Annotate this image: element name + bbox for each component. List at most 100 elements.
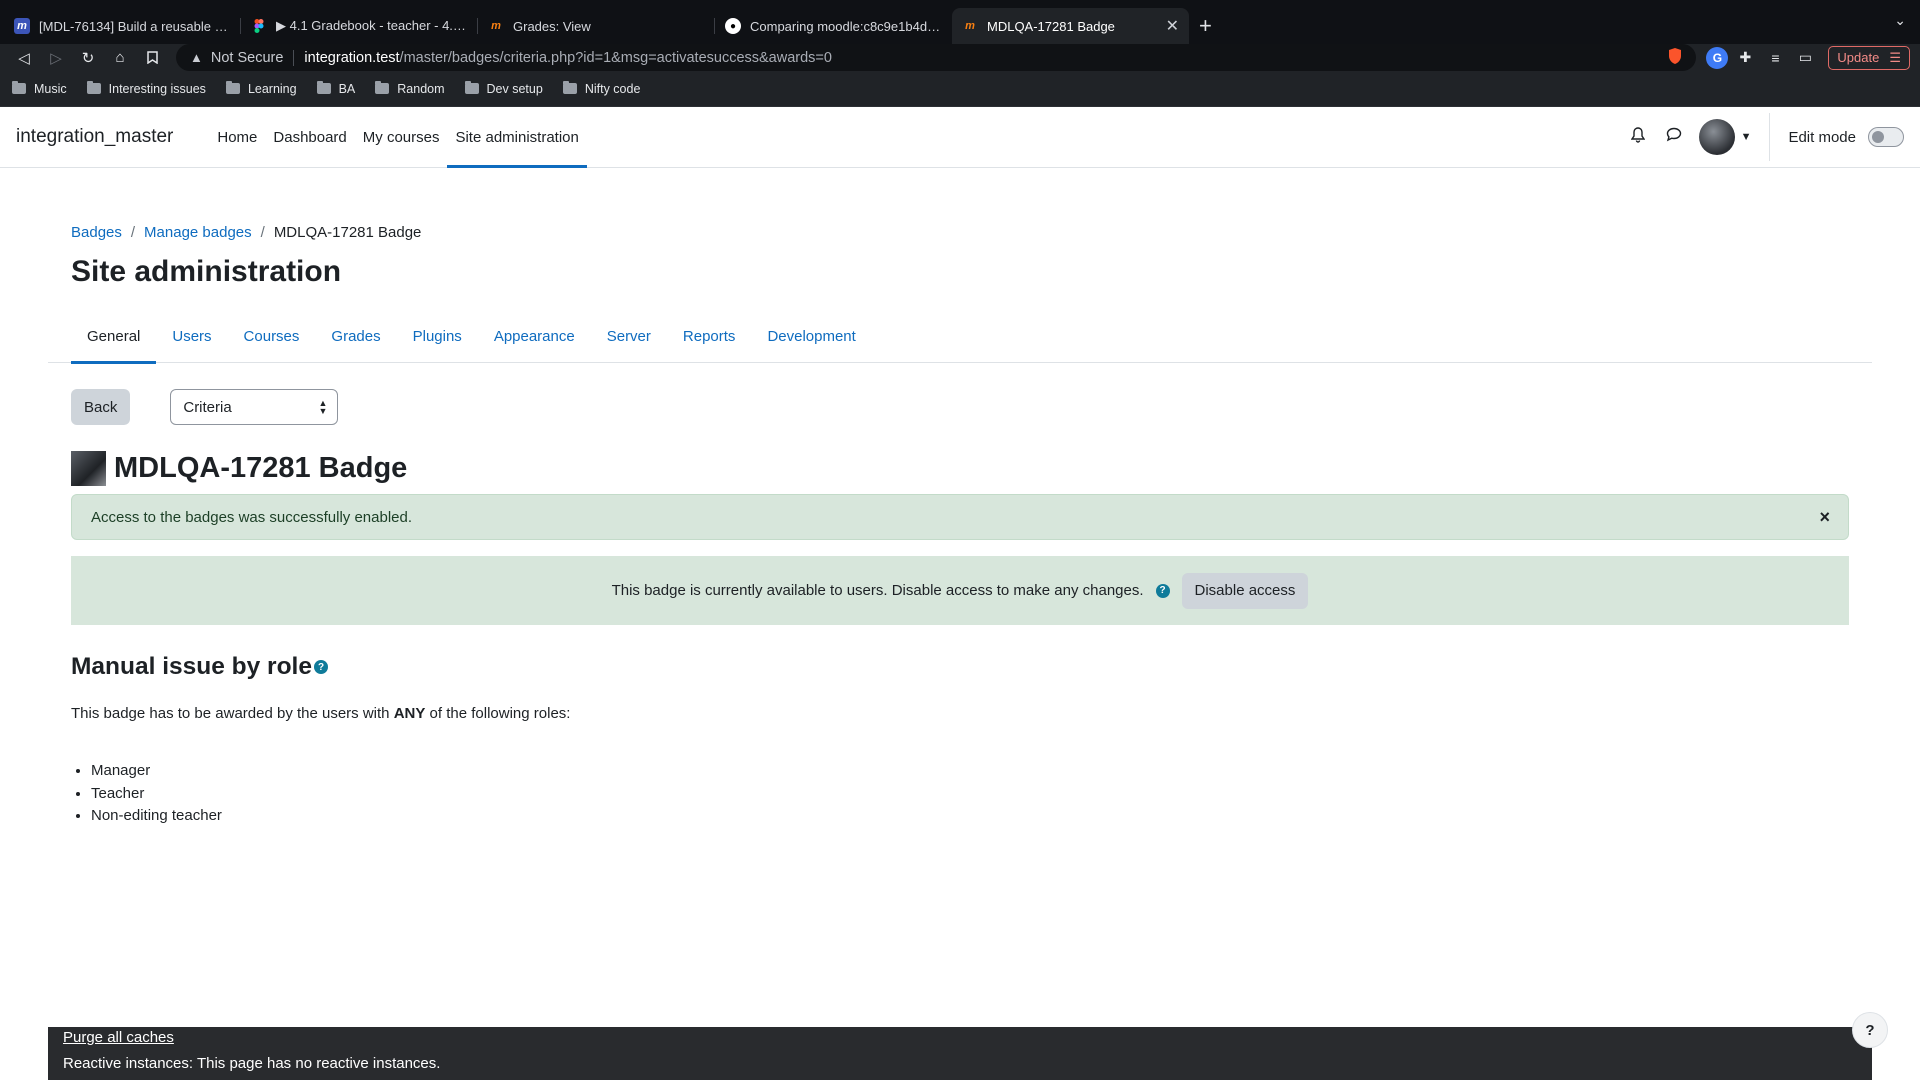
tab-server[interactable]: Server — [591, 313, 667, 363]
close-icon[interactable]: × — [1819, 507, 1830, 528]
roles-list: Manager Teacher Non-editing teacher — [91, 760, 1849, 828]
bookmark-folder-dev-setup[interactable]: Dev setup — [464, 81, 543, 96]
badge-status-box: This badge is currently available to use… — [71, 556, 1849, 625]
browser-tab[interactable]: ▶ 4.1 Gradebook - teacher - 4.1 Gra — [241, 8, 478, 44]
security-label: Not Secure — [210, 49, 284, 66]
criteria-heading-text: Manual issue by role — [71, 653, 312, 680]
folder-icon — [316, 81, 331, 94]
breadcrumb-manage-badges[interactable]: Manage badges — [144, 224, 252, 241]
back-button[interactable]: Back — [71, 389, 131, 425]
warning-icon: ▲ — [190, 50, 203, 65]
bookmark-icon[interactable] — [138, 46, 166, 70]
bookmark-label: Nifty code — [584, 81, 641, 96]
tab-grades[interactable]: Grades — [315, 313, 396, 363]
tab-development[interactable]: Development — [751, 313, 871, 363]
badge-image — [71, 451, 106, 486]
tab-courses[interactable]: Courses — [228, 313, 316, 363]
browser-tab[interactable]: m Grades: View — [478, 8, 715, 44]
tab-plugins[interactable]: Plugins — [397, 313, 478, 363]
folder-icon — [464, 81, 479, 94]
list-item: Non-editing teacher — [91, 805, 1849, 828]
criteria-description: This badge has to be awarded by the user… — [71, 705, 1849, 722]
moodle-icon: m — [965, 20, 975, 32]
bookmark-label: Music — [34, 81, 67, 96]
edit-mode-label: Edit mode — [1788, 128, 1856, 146]
user-avatar[interactable] — [1698, 119, 1735, 155]
browser-tab[interactable]: m [MDL-76134] Build a reusable filter — [4, 8, 241, 44]
breadcrumb-badges[interactable]: Badges — [71, 224, 122, 241]
badge-heading: MDLQA-17281 Badge — [71, 451, 1849, 486]
navbar-user-area: ▼ Edit mode — [1627, 107, 1904, 167]
badge-section-select[interactable]: Criteria ▲ ▼ — [170, 389, 339, 425]
reactive-instances-text: Reactive instances: This page has no rea… — [63, 1055, 441, 1072]
edit-mode-toggle[interactable] — [1868, 127, 1904, 147]
browser-tab-title: Comparing moodle:c8c9e1b4d033e — [750, 18, 942, 34]
notification-bell-icon[interactable] — [1627, 126, 1649, 148]
browser-tab-title: Grades: View — [513, 18, 591, 34]
browser-toolbar: ◁ ▷ ↻ ⌂ ▲ Not Secure integration.test/ma… — [0, 44, 1920, 71]
home-icon[interactable]: ⌂ — [106, 46, 134, 70]
new-tab-icon[interactable]: + — [1189, 8, 1222, 44]
chevron-down-icon[interactable]: ▼ — [1741, 131, 1752, 143]
help-icon[interactable]: ? — [1155, 583, 1170, 598]
messages-chat-icon[interactable] — [1663, 127, 1685, 147]
tab-users[interactable]: Users — [156, 313, 227, 363]
folder-icon — [562, 81, 577, 94]
help-icon[interactable]: ? — [314, 660, 328, 674]
bookmark-label: Random — [397, 81, 445, 96]
nav-home[interactable]: Home — [209, 107, 265, 167]
bookmark-label: Learning — [247, 81, 297, 96]
page-title: Site administration — [71, 255, 342, 288]
reload-icon[interactable]: ↻ — [74, 46, 102, 70]
bookmark-folder-music[interactable]: Music — [12, 81, 67, 96]
wallet-icon[interactable]: ▭ — [1792, 46, 1818, 70]
tab-general[interactable]: General — [71, 313, 157, 364]
tab-reports[interactable]: Reports — [667, 313, 752, 363]
address-bar[interactable]: ▲ Not Secure integration.test/master/bad… — [176, 44, 1697, 71]
nav-site-administration[interactable]: Site administration — [447, 107, 588, 168]
bookmark-label: BA — [338, 81, 356, 96]
bookmark-folder-random[interactable]: Random — [375, 81, 445, 96]
breadcrumb-separator: / — [260, 224, 265, 241]
nav-my-courses[interactable]: My courses — [355, 107, 448, 167]
footer-help-button[interactable]: ? — [1852, 1012, 1888, 1048]
folder-icon — [375, 81, 390, 94]
browser-tab-active[interactable]: m MDLQA-17281 Badge ✕ — [952, 8, 1189, 44]
breadcrumb-separator: / — [130, 224, 136, 241]
figma-icon — [251, 18, 267, 34]
site-brand[interactable]: integration_master — [16, 107, 173, 167]
list-item: Teacher — [91, 783, 1849, 806]
breadcrumb: Badges / Manage badges / MDLQA-17281 Bad… — [71, 224, 1849, 241]
tab-list-chevron-icon[interactable]: ⌄ — [1894, 12, 1906, 29]
purge-all-caches-link[interactable]: Purge all caches — [63, 1029, 1857, 1046]
status-message: This badge is currently available to use… — [611, 582, 1144, 599]
github-icon: ● — [725, 18, 741, 34]
moodle-tracker-icon: m — [14, 18, 30, 34]
browser-tab-title: MDLQA-17281 Badge — [987, 18, 1115, 34]
bookmark-folder-learning[interactable]: Learning — [225, 81, 297, 96]
address-path: /master/badges/criteria.php?id=1&msg=act… — [399, 49, 832, 66]
site-navbar: integration_master Home Dashboard My cou… — [0, 107, 1920, 168]
criteria-desc-before: This badge has to be awarded by the user… — [71, 705, 394, 722]
breadcrumb-current: MDLQA-17281 Badge — [273, 224, 422, 241]
bookmark-folder-nifty-code[interactable]: Nifty code — [562, 81, 641, 96]
bookmark-label: Dev setup — [486, 81, 543, 96]
bookmark-folder-ba[interactable]: BA — [316, 81, 356, 96]
brave-shield-icon[interactable] — [1668, 48, 1682, 67]
browser-tab[interactable]: ● Comparing moodle:c8c9e1b4d033e — [715, 8, 952, 44]
update-button[interactable]: Update ☰ — [1828, 45, 1910, 70]
back-arrow-icon[interactable]: ◁ — [10, 46, 38, 70]
forward-arrow-icon[interactable]: ▷ — [42, 46, 70, 70]
bookmark-label: Interesting issues — [108, 81, 206, 96]
disable-access-button[interactable]: Disable access — [1181, 572, 1309, 609]
update-label: Update — [1837, 50, 1880, 65]
media-playlist-icon[interactable]: ≡ — [1762, 46, 1788, 70]
bookmark-folder-interesting-issues[interactable]: Interesting issues — [86, 81, 206, 96]
nav-dashboard[interactable]: Dashboard — [265, 107, 354, 167]
tab-appearance[interactable]: Appearance — [478, 313, 591, 363]
page-content: Badges / Manage badges / MDLQA-17281 Bad… — [0, 224, 1920, 828]
criteria-desc-aggregation: ANY — [393, 705, 426, 722]
translate-extension-icon[interactable]: G — [1706, 46, 1729, 69]
close-tab-icon[interactable]: ✕ — [1166, 16, 1179, 36]
extensions-puzzle-icon[interactable]: ✚ — [1732, 46, 1758, 70]
